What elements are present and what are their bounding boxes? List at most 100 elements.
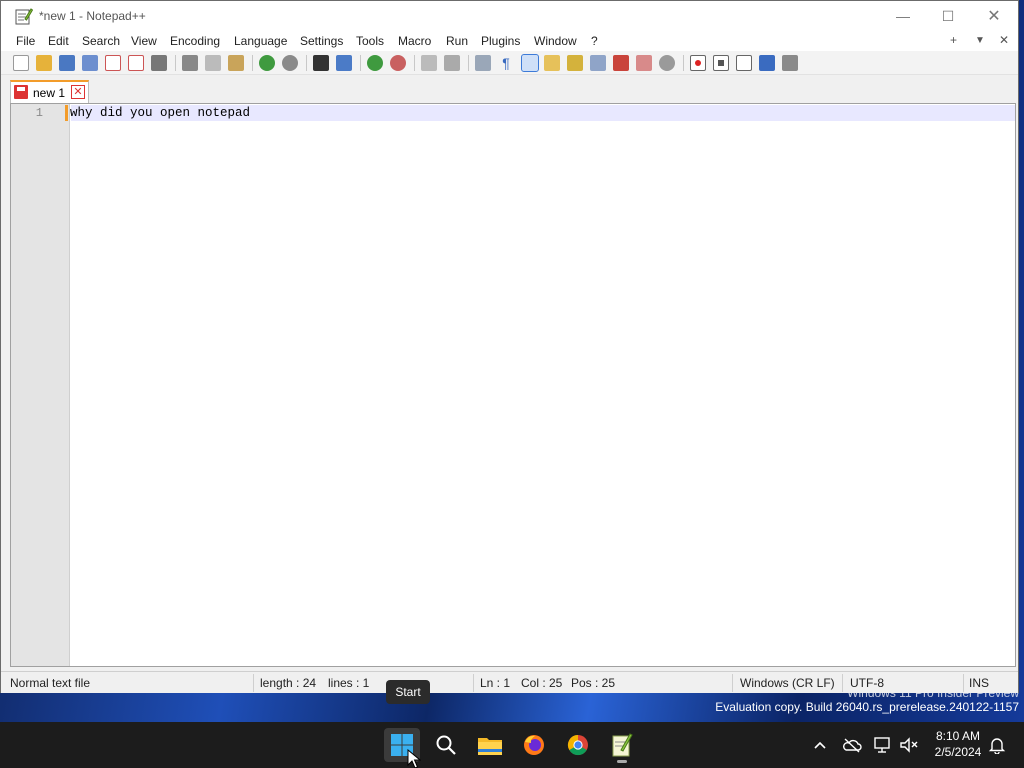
chrome-button[interactable] — [560, 728, 596, 762]
undo-icon[interactable] — [259, 55, 275, 71]
sync-vertical-icon[interactable] — [421, 55, 437, 71]
status-separator — [732, 674, 733, 692]
macro-save-icon[interactable] — [782, 55, 798, 71]
macro-stop-icon[interactable] — [713, 55, 729, 71]
tab-label: new 1 — [33, 86, 66, 100]
search-button[interactable] — [428, 728, 464, 762]
menu-tools[interactable]: Tools — [356, 34, 384, 48]
show-hidden-icons-chevron-icon[interactable] — [810, 735, 830, 755]
toolbar-separator — [175, 55, 176, 71]
indent-guide-icon[interactable] — [521, 54, 539, 72]
window-title: *new 1 - Notepad++ — [39, 9, 146, 23]
toolbar-separator — [414, 55, 415, 71]
menu-window[interactable]: Window — [534, 34, 577, 48]
file-explorer-icon — [478, 738, 502, 755]
volume-muted-icon[interactable] — [899, 735, 919, 755]
macro-play-icon[interactable] — [736, 55, 752, 71]
firefox-button[interactable] — [516, 728, 552, 762]
close-tab-x-icon[interactable]: ✕ — [999, 33, 1009, 47]
tab-list-dropdown-icon[interactable]: ▼ — [975, 35, 985, 46]
mouse-pointer-icon — [407, 749, 421, 768]
tab-new-1[interactable]: new 1 ✕ — [10, 80, 89, 103]
close-all-icon[interactable] — [128, 55, 144, 71]
watermark-line-2: Evaluation copy. Build 26040.rs_prerelea… — [715, 700, 1019, 714]
cut-icon[interactable] — [182, 55, 198, 71]
print-icon[interactable] — [151, 55, 167, 71]
user-defined-language-icon[interactable] — [544, 55, 560, 71]
menu-plugins[interactable]: Plugins — [481, 34, 520, 48]
show-all-characters-icon[interactable]: ¶ — [498, 55, 514, 71]
copy-icon[interactable] — [205, 55, 221, 71]
line-number: 1 — [35, 106, 43, 120]
status-ln: Ln : 1 — [480, 676, 511, 690]
status-eol: Windows (CR LF) — [740, 676, 835, 690]
menu-help[interactable]: ? — [591, 34, 598, 48]
status-encoding: UTF-8 — [850, 676, 884, 690]
open-file-icon[interactable] — [36, 55, 52, 71]
menu-edit[interactable]: Edit — [48, 34, 69, 48]
notifications-bell-icon[interactable] — [987, 735, 1007, 755]
network-icon[interactable] — [873, 735, 893, 755]
notepadpp-taskbar-icon — [612, 733, 633, 757]
search-icon — [436, 735, 456, 755]
doc-switcher-icon[interactable] — [659, 55, 675, 71]
toolbar-separator — [306, 55, 307, 71]
menu-bar: File Edit Search View Encoding Language … — [1, 31, 1018, 51]
redo-icon[interactable] — [282, 55, 298, 71]
notepadpp-window: *new 1 - Notepad++ — ☐ ✕ File Edit Searc… — [0, 0, 1019, 693]
status-col: Col : 25 — [521, 676, 563, 690]
status-separator — [253, 674, 254, 692]
zoom-in-icon[interactable] — [367, 55, 383, 71]
save-icon[interactable] — [59, 55, 75, 71]
macro-record-icon[interactable] — [690, 55, 706, 71]
replace-icon[interactable] — [336, 55, 352, 71]
clock-time: 8:10 AM — [935, 729, 981, 743]
running-indicator — [617, 760, 627, 763]
document-map-icon[interactable] — [567, 55, 583, 71]
word-wrap-icon[interactable] — [475, 55, 491, 71]
editor-line-text[interactable]: why did you open notepad — [70, 106, 250, 120]
status-separator — [473, 674, 474, 692]
menu-settings[interactable]: Settings — [300, 34, 343, 48]
title-bar[interactable]: *new 1 - Notepad++ — ☐ ✕ — [1, 1, 1018, 31]
clock-date: 2/5/2024 — [934, 745, 982, 759]
menu-run[interactable]: Run — [446, 34, 468, 48]
zoom-out-icon[interactable] — [390, 55, 406, 71]
menu-view[interactable]: View — [131, 34, 157, 48]
taskbar-clock[interactable]: 8:10 AM 2/5/2024 — [926, 728, 990, 760]
menu-macro[interactable]: Macro — [398, 34, 431, 48]
save-all-icon[interactable] — [82, 55, 98, 71]
toolbar-separator — [683, 55, 684, 71]
minimize-button[interactable]: — — [880, 1, 926, 31]
tab-close-icon[interactable]: ✕ — [71, 85, 85, 99]
close-window-button[interactable]: ✕ — [971, 1, 1017, 31]
status-separator — [963, 674, 964, 692]
toolbar-separator — [468, 55, 469, 71]
menu-language[interactable]: Language — [234, 34, 287, 48]
menu-search[interactable]: Search — [82, 34, 120, 48]
menu-file[interactable]: File — [16, 34, 35, 48]
sync-horizontal-icon[interactable] — [444, 55, 460, 71]
status-bar: Normal text file length : 24 lines : 1 L… — [1, 671, 1018, 693]
close-icon[interactable] — [105, 55, 121, 71]
editor-area[interactable]: 1 why did you open notepad — [10, 103, 1016, 667]
find-icon[interactable] — [313, 55, 329, 71]
menu-encoding[interactable]: Encoding — [170, 34, 220, 48]
notepadpp-taskbar-button[interactable] — [604, 728, 640, 763]
close-icon: ✕ — [987, 8, 1001, 25]
monitoring-icon[interactable] — [636, 55, 652, 71]
new-file-icon[interactable] — [13, 55, 29, 71]
chrome-icon — [567, 734, 588, 756]
tab-strip: new 1 ✕ — [1, 77, 1018, 103]
macro-run-multiple-icon[interactable] — [759, 55, 775, 71]
folder-as-workspace-icon[interactable] — [613, 55, 629, 71]
onedrive-icon[interactable] — [842, 735, 862, 755]
firefox-icon — [524, 735, 544, 755]
add-new-tab-button[interactable]: + — [950, 33, 957, 47]
file-explorer-button[interactable] — [472, 728, 508, 762]
function-list-icon[interactable] — [590, 55, 606, 71]
status-insert-mode: INS — [969, 676, 990, 690]
maximize-button[interactable]: ☐ — [925, 1, 971, 31]
paste-icon[interactable] — [228, 55, 244, 71]
status-length: length : 24 — [260, 676, 317, 690]
